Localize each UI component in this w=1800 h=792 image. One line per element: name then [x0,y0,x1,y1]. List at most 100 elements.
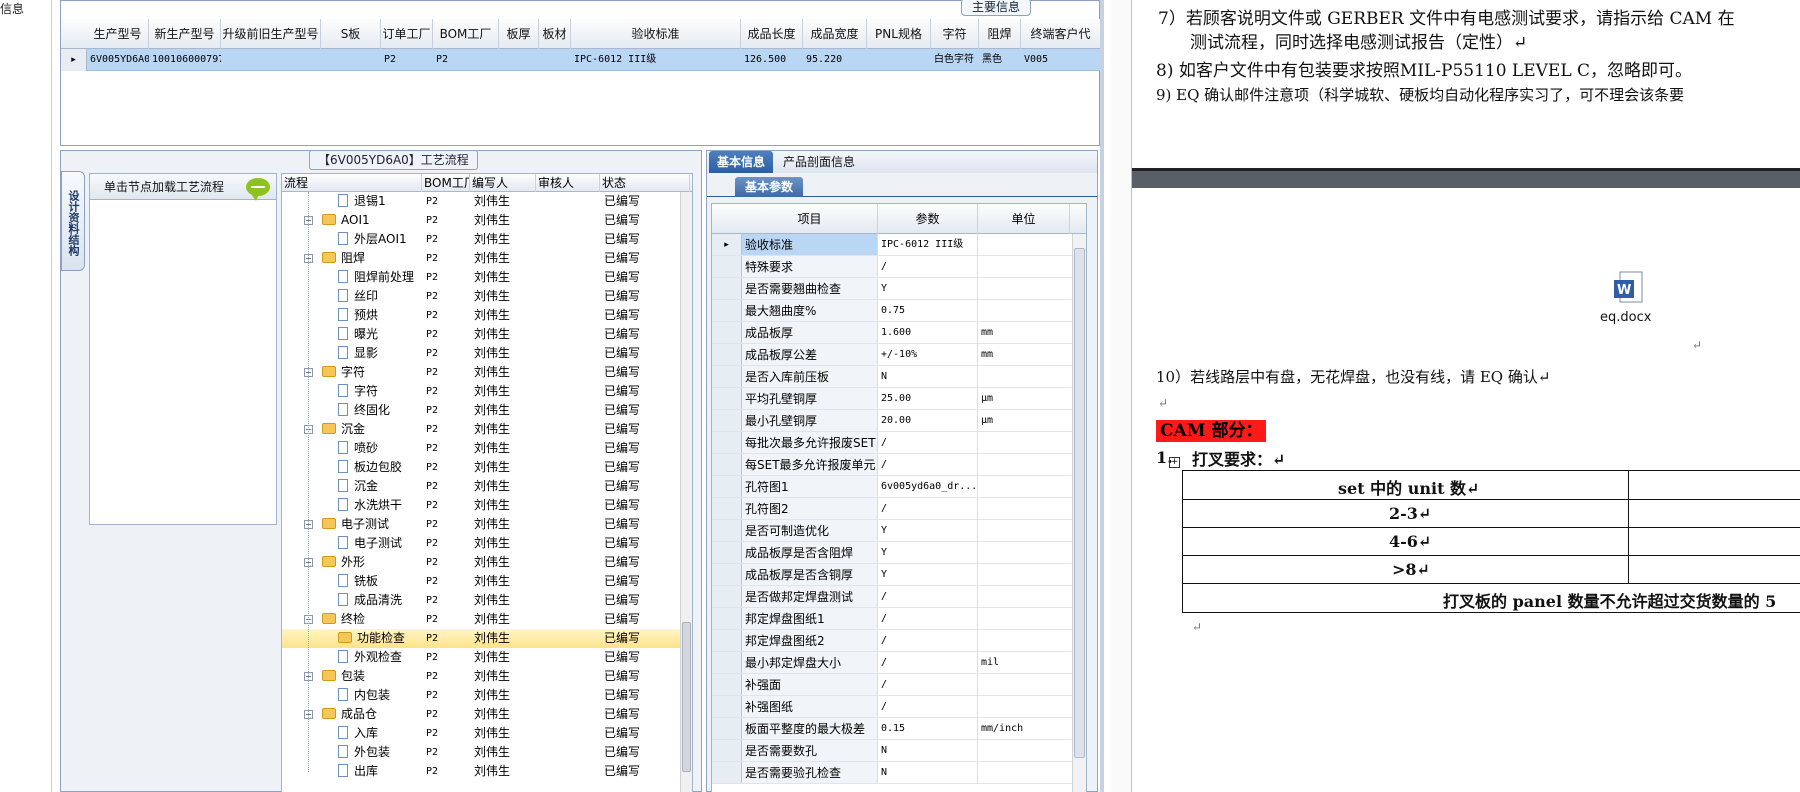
row-selector[interactable] [712,278,742,299]
tree-row[interactable]: − 沉金 P2 刘伟生 已编写 [282,420,692,439]
tree-column-header[interactable]: BOM工厂 [422,174,470,192]
params-row[interactable]: 最大翘曲度% 0.75 [712,300,1086,322]
params-column-header[interactable]: 单位 [978,204,1070,234]
grid-column-header[interactable]: 字符 [931,19,979,49]
params-row[interactable]: 特殊要求 / [712,256,1086,278]
row-selector[interactable] [712,520,742,541]
design-structure-tab[interactable]: 设计资料结构 [61,171,85,271]
grid-cell[interactable] [499,49,539,71]
tree-scroll-thumb[interactable] [682,622,691,772]
row-selector[interactable] [712,762,742,783]
tree-node[interactable]: 退锡1 [338,192,386,211]
grid-column-header[interactable]: 阻焊 [979,19,1021,49]
params-column-header[interactable]: 项目 [742,204,878,234]
tree-node[interactable]: 外包装 [338,743,390,762]
tree-node[interactable]: 终检 [322,610,365,629]
tree-row[interactable]: 出库 P2 刘伟生 已编写 [282,762,692,781]
row-selector[interactable] [712,586,742,607]
tree-row[interactable]: 板边包胶 P2 刘伟生 已编写 [282,458,692,477]
tree-row[interactable]: − 包装 P2 刘伟生 已编写 [282,667,692,686]
params-row[interactable]: 是否入库前压板 N [712,366,1086,388]
params-row[interactable]: 补强面 / [712,674,1086,696]
attachment-label[interactable]: eq.docx [1600,310,1651,325]
params-tab[interactable]: 基本信息 [709,151,774,173]
row-selector[interactable] [712,366,742,387]
param-value[interactable]: N [878,762,978,783]
tree-row[interactable]: − 终检 P2 刘伟生 已编写 [282,610,692,629]
grid-cell[interactable]: P2 [433,49,499,71]
params-row[interactable]: 最小孔壁铜厚 20.00 μm [712,410,1086,432]
row-selector[interactable] [712,740,742,761]
row-selector[interactable] [712,696,742,717]
tree-row[interactable]: 丝印 P2 刘伟生 已编写 [282,287,692,306]
params-column-header[interactable]: 参数 [878,204,978,234]
params-row[interactable]: 成品板厚是否含铜厚 Y [712,564,1086,586]
param-value[interactable]: / [878,674,978,695]
row-selector[interactable] [712,608,742,629]
param-value[interactable]: N [878,366,978,387]
grid-cell[interactable]: P2 [381,49,433,71]
params-row[interactable]: 是否需要验孔检查 N [712,762,1086,784]
grid-column-header[interactable]: 新生产型号 [149,19,221,49]
param-value[interactable]: / [878,586,978,607]
tree-column-header[interactable]: 审核人 [536,174,600,192]
tree-scrollbar[interactable] [680,192,692,792]
tree-node[interactable]: 字符 [322,363,365,382]
tree-node[interactable]: 成品清洗 [338,591,402,610]
params-row[interactable]: 最小邦定焊盘大小 / mil [712,652,1086,674]
grid-cell[interactable] [321,49,381,71]
tree-row[interactable]: − AOI1 P2 刘伟生 已编写 [282,211,692,230]
tree-node[interactable]: 外观检查 [338,648,402,667]
tree-row[interactable]: 沉金 P2 刘伟生 已编写 [282,477,692,496]
tree-row[interactable]: 内包装 P2 刘伟生 已编写 [282,686,692,705]
tree-node[interactable]: 出库 [338,762,378,781]
row-selector[interactable] [712,718,742,739]
tree-column-header[interactable]: 状态 [600,174,690,192]
row-selector[interactable] [712,454,742,475]
row-selector[interactable] [712,674,742,695]
grid-column-header[interactable]: 成品宽度 [803,19,867,49]
grid-cell[interactable]: IPC-6012 III级 [571,49,741,71]
tree-node[interactable]: 沉金 [338,477,378,496]
table-move-handle-icon[interactable]: + [1169,457,1180,468]
tree-node[interactable]: 喷砂 [338,439,378,458]
tree-node[interactable]: 沉金 [322,420,365,439]
grid-column-header[interactable]: 成品长度 [741,19,803,49]
tree-node[interactable]: 成品仓 [322,705,377,724]
grid-cell[interactable] [867,49,931,71]
grid-cell[interactable] [221,49,321,71]
row-selector[interactable] [712,344,742,365]
document-table[interactable]: set 中的 unit 数↵ 2-3↵ 4-6↵ >8↵ 打叉板的 panel … [1182,470,1800,613]
tree-row[interactable]: 外观检查 P2 刘伟生 已编写 [282,648,692,667]
param-value[interactable]: / [878,608,978,629]
tree-row[interactable]: − 阻焊 P2 刘伟生 已编写 [282,249,692,268]
tree-row[interactable]: 曝光 P2 刘伟生 已编写 [282,325,692,344]
row-selector[interactable] [712,256,742,277]
product-grid-row[interactable]: ▸ 6V005YD6A010010600079739 P2P2 IPC-6012 I… [61,49,1101,71]
grid-column-header[interactable]: 验收标准 [571,19,741,49]
param-value[interactable]: 0.15 [878,718,978,739]
params-row[interactable]: 是否可制造优化 Y [712,520,1086,542]
params-tab[interactable]: 产品剖面信息 [775,151,863,173]
tree-node[interactable]: 外形 [322,553,365,572]
tree-column-header[interactable]: 编写人 [470,174,536,192]
row-selector[interactable]: ▸ [61,49,87,71]
tree-node[interactable]: 铣板 [338,572,378,591]
tree-row[interactable]: 退锡1 P2 刘伟生 已编写 [282,192,692,211]
grid-column-header[interactable]: 升级前旧生产型号 [221,19,321,49]
param-value[interactable]: / [878,498,978,519]
tree-row[interactable]: − 电子测试 P2 刘伟生 已编写 [282,515,692,534]
grid-cell[interactable] [539,49,571,71]
tree-row[interactable]: 喷砂 P2 刘伟生 已编写 [282,439,692,458]
grid-cell[interactable]: 黑色 [979,49,1021,71]
tree-row[interactable]: 电子测试 P2 刘伟生 已编写 [282,534,692,553]
tree-row[interactable]: 功能检查 P2 刘伟生 已编写 [282,629,692,648]
tree-node[interactable]: 水洗烘干 [338,496,402,515]
tree-node[interactable]: 电子测试 [322,515,389,534]
tree-node[interactable]: 外层AOI1 [338,230,407,249]
tree-row[interactable]: 字符 P2 刘伟生 已编写 [282,382,692,401]
row-selector[interactable] [712,476,742,497]
param-value[interactable]: Y [878,520,978,541]
params-row[interactable]: 每批次最多允许报废SET / [712,432,1086,454]
param-value[interactable]: +/-10% [878,344,978,365]
